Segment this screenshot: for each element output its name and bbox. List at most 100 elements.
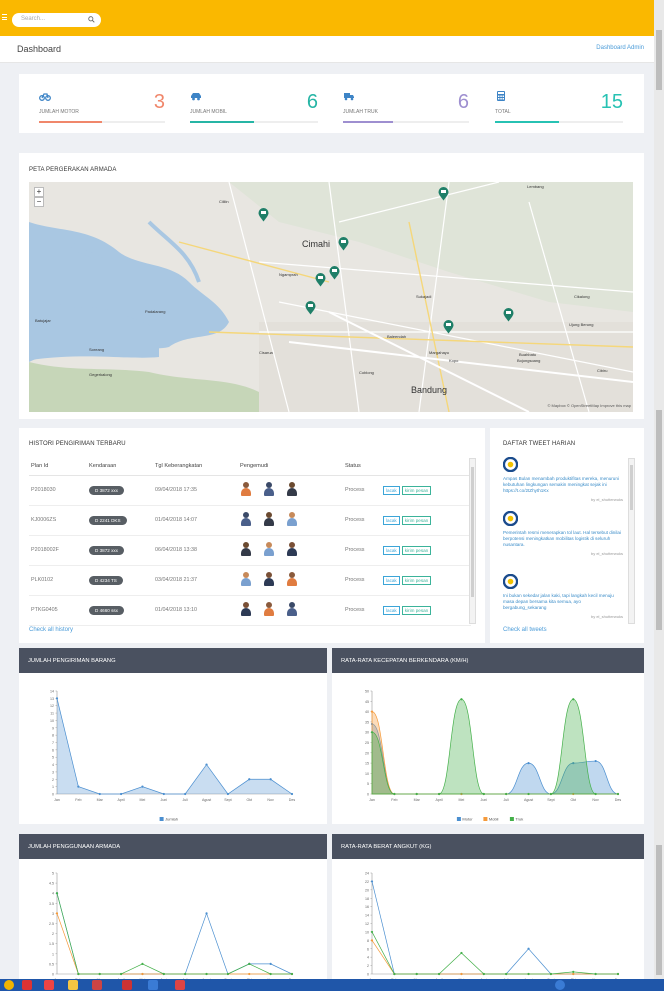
y-tick-label: 25 xyxy=(365,741,369,745)
stat-motor: JUMLAH MOTOR 3 xyxy=(39,90,165,123)
data-point xyxy=(393,972,396,976)
series-line xyxy=(56,893,293,975)
tweet-text[interactable]: Ampas Bulan menambah produktifitas merek… xyxy=(503,476,623,494)
map-marker-icon[interactable] xyxy=(305,301,316,315)
y-tick-label: 3 xyxy=(52,770,54,774)
tweet-text[interactable]: Pemerintah resmi menerapkan tol laut. Ha… xyxy=(503,530,623,548)
scroll-thumb[interactable] xyxy=(656,30,662,90)
data-point xyxy=(141,962,144,965)
y-tick-label: 20 xyxy=(365,751,369,755)
y-tick-label: 0 xyxy=(367,973,369,977)
tweet-text[interactable]: Ini bukan sekedar jalan kaki, tapi langk… xyxy=(503,593,623,611)
page-scrollbar[interactable] xyxy=(654,0,664,991)
series-area xyxy=(57,698,292,794)
y-tick-label: 2.5 xyxy=(49,922,54,926)
page-title: Dashboard xyxy=(17,44,62,54)
history-scrollbar[interactable] xyxy=(469,458,476,624)
tweet-item[interactable]: Ini bukan sekedar jalan kaki, tapi langk… xyxy=(502,573,623,619)
plate-badge: D 4660 ssx xyxy=(89,605,124,615)
avatar xyxy=(240,512,252,526)
data-point xyxy=(370,731,374,734)
data-point xyxy=(205,912,208,915)
data-point xyxy=(460,698,463,701)
y-tick-label: 6 xyxy=(367,947,369,951)
search-input[interactable]: Search... xyxy=(12,13,101,27)
truck-icon xyxy=(344,93,354,101)
cell-plan-id: KJ0006ZS xyxy=(29,505,87,536)
x-tick-label: Feb xyxy=(391,798,397,802)
map-marker-icon[interactable] xyxy=(438,187,449,201)
map-title: PETA PERGERAKAN ARMADA xyxy=(29,167,117,173)
x-tick-label: Sept xyxy=(224,798,231,802)
data-point xyxy=(248,962,251,965)
search-icon[interactable] xyxy=(88,16,95,23)
app-icon[interactable] xyxy=(175,980,185,990)
track-button[interactable]: lacak xyxy=(383,575,400,585)
fleet-map[interactable]: + − Cimahi Bandung Lembang Padalarang Ci… xyxy=(29,182,633,412)
cell-date: 01/04/2018 13:10 xyxy=(153,595,238,626)
data-point xyxy=(248,778,251,781)
chart-panel-pengiriman: JUMLAH PENGIRIMAN BARANG 0 1 2 3 4 5 6 7 8 9 10 11 1… xyxy=(19,648,327,824)
send-message-button[interactable]: kirim pesan xyxy=(401,605,432,615)
dashboard-admin-link[interactable]: Dashboard Admin xyxy=(596,45,644,51)
app-icon[interactable] xyxy=(22,980,32,990)
map-marker-icon[interactable] xyxy=(258,208,269,222)
map-marker-icon[interactable] xyxy=(338,237,349,251)
track-button[interactable]: lacak xyxy=(383,545,400,555)
data-point xyxy=(55,697,59,700)
start-icon[interactable] xyxy=(4,980,14,990)
chart-panel-armada: JUMLAH PENGGUNAAN ARMADA 0 0.5 1 1.5 2 2.5 3 3.… xyxy=(19,834,327,984)
data-point xyxy=(527,947,530,950)
zoom-in-button[interactable]: + xyxy=(34,187,44,197)
app-icon[interactable] xyxy=(122,980,132,990)
map-panel: PETA PERGERAKAN ARMADA + − Cimahi Bandun… xyxy=(19,153,644,419)
send-message-button[interactable]: kirim pesan xyxy=(401,545,432,555)
zoom-out-button[interactable]: − xyxy=(34,197,44,207)
series-area xyxy=(371,698,618,795)
hamburger-menu-icon[interactable] xyxy=(2,14,7,20)
app-icon[interactable] xyxy=(44,980,54,990)
map-marker-icon[interactable] xyxy=(503,308,514,322)
help-icon[interactable] xyxy=(555,980,565,990)
legend-label: Jumlah xyxy=(165,816,178,821)
legend-label: Mobil xyxy=(489,816,499,821)
folder-icon[interactable] xyxy=(68,980,78,990)
track-button[interactable]: lacak xyxy=(383,605,400,615)
cell-date: 09/04/2018 17:35 xyxy=(153,475,238,506)
track-button[interactable]: lacak xyxy=(383,485,400,495)
data-point xyxy=(55,892,59,895)
map-marker-icon[interactable] xyxy=(329,266,340,280)
send-message-button[interactable]: kirim pesan xyxy=(401,575,432,585)
data-point xyxy=(460,951,463,955)
tweet-item[interactable]: Ampas Bulan menambah produktifitas merek… xyxy=(502,456,623,502)
cell-plan-id: PTKG0405 xyxy=(29,595,87,626)
send-message-button[interactable]: kirim pesan xyxy=(401,515,432,525)
check-all-tweets-link[interactable]: Check all tweets xyxy=(503,627,547,633)
data-point xyxy=(527,762,530,765)
tweet-item[interactable]: Pemerintah resmi menerapkan tol laut. Ha… xyxy=(502,510,623,556)
stat-total: TOTAL 15 xyxy=(495,90,623,123)
app-icon[interactable] xyxy=(148,980,158,990)
data-point xyxy=(184,792,187,796)
map-marker-icon[interactable] xyxy=(315,273,326,287)
y-tick-label: 6 xyxy=(52,748,54,752)
map-label-margahayu: Margahayu xyxy=(429,350,450,355)
y-tick-label: 14 xyxy=(365,914,369,918)
data-point xyxy=(269,778,272,781)
y-tick-label: 30 xyxy=(365,731,369,735)
data-point xyxy=(205,763,208,766)
track-button[interactable]: lacak xyxy=(383,515,400,525)
y-tick-label: 12 xyxy=(365,922,369,926)
x-tick-label: Juli xyxy=(503,798,509,802)
map-label-coblong: Coblong xyxy=(359,370,374,375)
check-all-history-link[interactable]: Check all history xyxy=(29,627,73,633)
plate-badge: D 3872 xxx xyxy=(89,485,124,495)
tweets-scrollbar[interactable] xyxy=(628,458,635,624)
avatar xyxy=(240,542,252,556)
y-tick-label: 12 xyxy=(50,704,54,708)
stat-value: 3 xyxy=(153,91,165,113)
app-icon[interactable] xyxy=(92,980,102,990)
map-marker-icon[interactable] xyxy=(443,320,454,334)
map-label-cibiru: Cibiru xyxy=(597,368,608,373)
send-message-button[interactable]: kirim pesan xyxy=(401,485,432,495)
